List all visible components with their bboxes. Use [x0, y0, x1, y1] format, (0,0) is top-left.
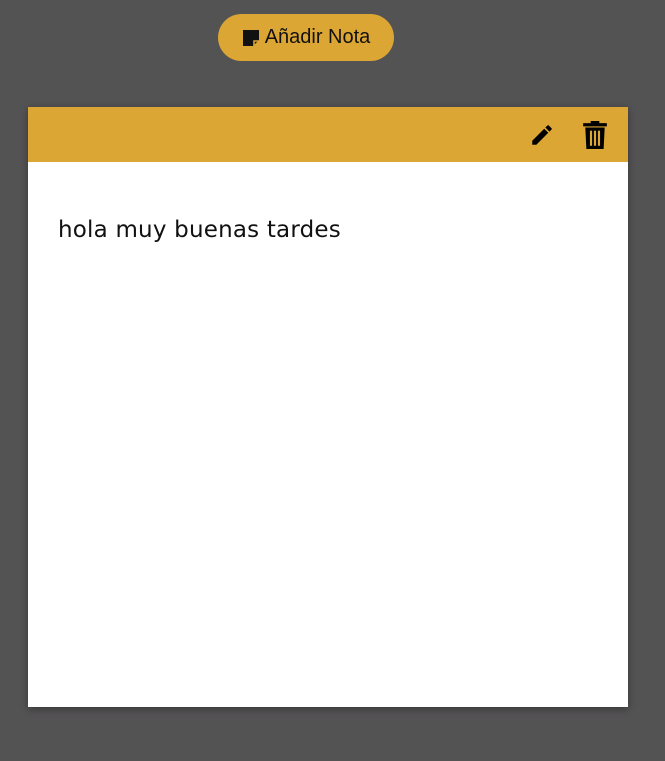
edit-note-button[interactable]	[528, 121, 556, 149]
add-note-button[interactable]: Añadir Nota	[218, 14, 394, 61]
note-text[interactable]: hola muy buenas tardes	[28, 162, 628, 243]
pencil-icon	[532, 124, 552, 145]
note-header	[28, 107, 628, 162]
sticky-note-icon	[242, 29, 260, 47]
note-card: hola muy buenas tardes	[28, 107, 628, 707]
trash-icon	[583, 120, 607, 149]
delete-note-button[interactable]	[581, 120, 609, 149]
add-note-label: Añadir Nota	[264, 26, 371, 48]
